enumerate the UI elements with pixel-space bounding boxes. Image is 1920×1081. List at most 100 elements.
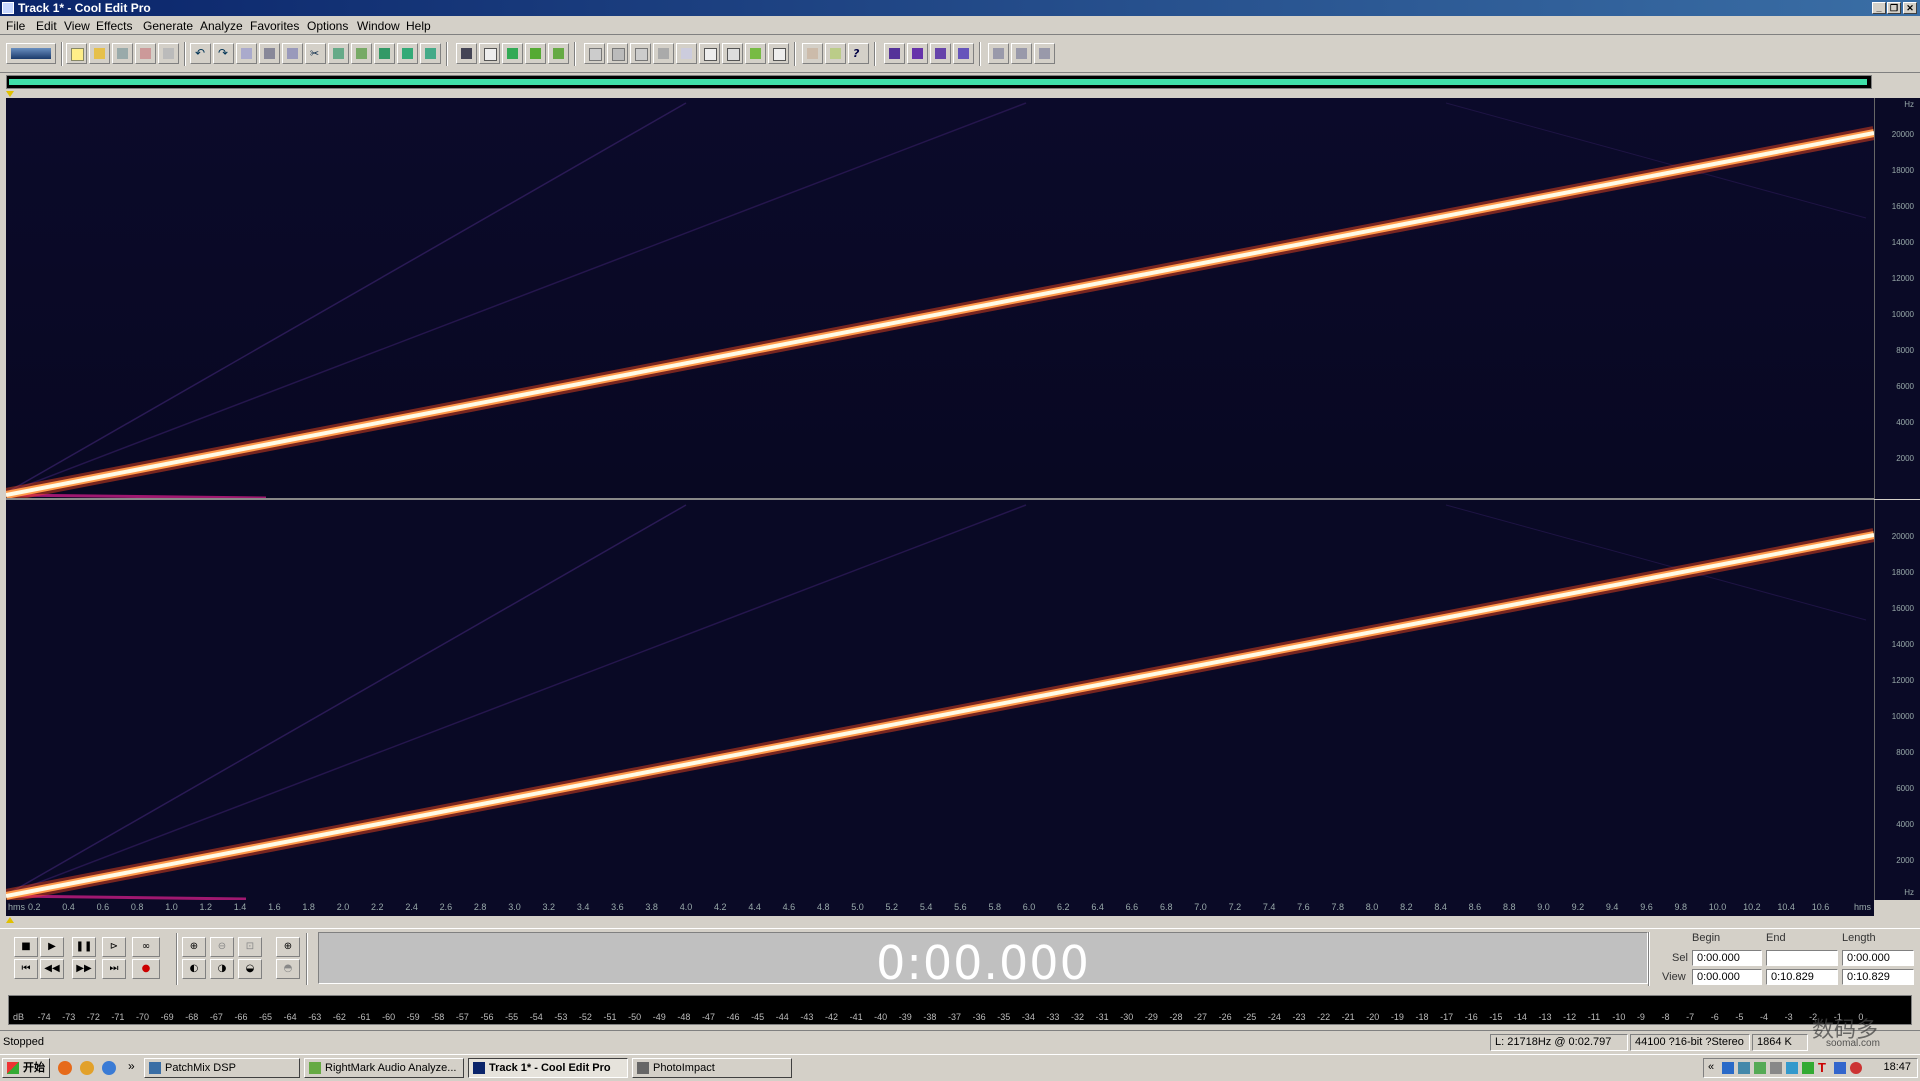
sel-begin-field[interactable]: 0:00.000 bbox=[1692, 950, 1762, 966]
menu-analyze[interactable]: Analyze bbox=[200, 19, 243, 33]
tray-expand-icon[interactable]: « bbox=[1708, 1061, 1714, 1073]
repeat-last-button[interactable] bbox=[236, 43, 257, 64]
loop-button[interactable] bbox=[653, 43, 674, 64]
tray-app-icon[interactable] bbox=[1802, 1062, 1814, 1074]
sel-end-field[interactable] bbox=[1766, 950, 1838, 966]
hiss-reduction-button[interactable] bbox=[1034, 43, 1055, 64]
task-cooledit[interactable]: Track 1* - Cool Edit Pro bbox=[468, 1058, 628, 1078]
zoom-out-icon[interactable]: ⊖ bbox=[210, 937, 234, 957]
tray-app-icon[interactable] bbox=[1770, 1062, 1782, 1074]
browser-icon[interactable] bbox=[80, 1061, 94, 1075]
spectral-phase-button[interactable] bbox=[548, 43, 569, 64]
close-file-button[interactable] bbox=[158, 43, 179, 64]
multitrack-toggle-button[interactable] bbox=[6, 43, 56, 64]
redo-button[interactable]: ↷ bbox=[213, 43, 234, 64]
view-begin-field[interactable]: 0:00.000 bbox=[1692, 969, 1762, 985]
task-rightmark[interactable]: RightMark Audio Analyze... bbox=[304, 1058, 464, 1078]
task-photoimpact[interactable]: PhotoImpact bbox=[632, 1058, 792, 1078]
view-length-field[interactable]: 0:10.829 bbox=[1842, 969, 1914, 985]
save-all-button[interactable] bbox=[135, 43, 156, 64]
fast-forward-button[interactable]: ▶▶ bbox=[72, 959, 96, 979]
end-marker-icon[interactable] bbox=[6, 917, 14, 923]
normalize-button[interactable] bbox=[907, 43, 928, 64]
task-patchmix[interactable]: PatchMix DSP bbox=[144, 1058, 300, 1078]
envelope-button[interactable] bbox=[479, 43, 500, 64]
menu-edit[interactable]: Edit bbox=[36, 19, 57, 33]
zoom-vertical-icon[interactable]: ◒ bbox=[238, 959, 262, 979]
time-ruler[interactable]: hms 0.2 0.4 0.6 0.8 1.0 1.2 1.4 1.6 1.8 2.0 2.2 2.4 2… bbox=[6, 900, 1874, 916]
loop-play-button[interactable]: ∞ bbox=[132, 937, 160, 957]
play-button[interactable]: ▶ bbox=[40, 937, 64, 957]
copy-button[interactable] bbox=[282, 43, 303, 64]
waveform-view-button[interactable] bbox=[456, 43, 477, 64]
trim-button[interactable] bbox=[374, 43, 395, 64]
title-bar[interactable]: Track 1* - Cool Edit Pro _ ❐ ✕ bbox=[0, 0, 1920, 16]
volume-icon[interactable] bbox=[1738, 1062, 1750, 1074]
overview-range[interactable] bbox=[9, 79, 1867, 85]
meter-button[interactable] bbox=[745, 43, 766, 64]
left-channel-spectrum[interactable] bbox=[6, 98, 1874, 499]
pause-button[interactable]: ❚❚ bbox=[72, 937, 96, 957]
menu-file[interactable]: File bbox=[6, 19, 25, 33]
grid-button[interactable] bbox=[722, 43, 743, 64]
tray-t-icon[interactable]: T bbox=[1818, 1060, 1826, 1075]
tray-app-icon[interactable] bbox=[1786, 1062, 1798, 1074]
sel-length-field[interactable]: 0:00.000 bbox=[1842, 950, 1914, 966]
stop-button[interactable]: ■ bbox=[14, 937, 38, 957]
save-button[interactable] bbox=[112, 43, 133, 64]
cue-list-button[interactable] bbox=[584, 43, 605, 64]
click-eliminator-button[interactable] bbox=[1011, 43, 1032, 64]
start-button[interactable]: 开始 bbox=[2, 1058, 50, 1078]
security-icon[interactable] bbox=[1834, 1062, 1846, 1074]
firefox-icon[interactable] bbox=[58, 1061, 72, 1075]
info-button[interactable] bbox=[630, 43, 651, 64]
spectral-view-button[interactable] bbox=[502, 43, 523, 64]
zoom-right-icon[interactable]: ◑ bbox=[210, 959, 234, 979]
menu-options[interactable]: Options bbox=[307, 19, 348, 33]
envelope-effect-button[interactable] bbox=[930, 43, 951, 64]
undo-button[interactable]: ↶ bbox=[190, 43, 211, 64]
new-file-button[interactable] bbox=[66, 43, 87, 64]
spectral-pan-button[interactable] bbox=[525, 43, 546, 64]
record-button[interactable]: ● bbox=[132, 959, 160, 979]
cut-button[interactable]: ✂ bbox=[305, 43, 326, 64]
select-all-button[interactable] bbox=[259, 43, 280, 64]
zoom-selection-icon[interactable]: ⊕ bbox=[276, 937, 300, 957]
overview-bar[interactable] bbox=[6, 75, 1872, 89]
settings-button[interactable] bbox=[802, 43, 823, 64]
menu-view[interactable]: View bbox=[64, 19, 90, 33]
ie-icon[interactable] bbox=[102, 1061, 116, 1075]
play-list-button[interactable] bbox=[607, 43, 628, 64]
rewind-button[interactable]: ◀◀ bbox=[40, 959, 64, 979]
minimize-icon[interactable]: _ bbox=[1872, 2, 1886, 14]
network-icon[interactable] bbox=[1722, 1062, 1734, 1074]
zoom-full-icon[interactable]: ⊡ bbox=[238, 937, 262, 957]
help-button[interactable]: ? bbox=[848, 43, 869, 64]
right-channel-spectrum[interactable] bbox=[6, 500, 1874, 900]
menu-effects[interactable]: Effects bbox=[96, 19, 132, 33]
app-icon[interactable] bbox=[2, 2, 14, 14]
go-to-end-button[interactable]: ⏭ bbox=[102, 959, 126, 979]
menu-help[interactable]: Help bbox=[406, 19, 431, 33]
paste-button[interactable] bbox=[328, 43, 349, 64]
zoom-vertical-out-icon[interactable]: ◓ bbox=[276, 959, 300, 979]
menu-favorites[interactable]: Favorites bbox=[250, 19, 299, 33]
zoom-left-icon[interactable]: ◐ bbox=[182, 959, 206, 979]
fade-button[interactable] bbox=[953, 43, 974, 64]
go-to-start-button[interactable]: ⏮ bbox=[14, 959, 38, 979]
start-marker-icon[interactable] bbox=[6, 91, 14, 97]
zoom-in-icon[interactable]: ⊕ bbox=[182, 937, 206, 957]
antivirus-icon[interactable] bbox=[1850, 1062, 1862, 1074]
menu-window[interactable]: Window bbox=[357, 19, 400, 33]
open-file-button[interactable] bbox=[89, 43, 110, 64]
amplify-button[interactable] bbox=[884, 43, 905, 64]
frequency-button[interactable] bbox=[768, 43, 789, 64]
find-beats-button[interactable] bbox=[420, 43, 441, 64]
noise-reduction-button[interactable] bbox=[988, 43, 1009, 64]
play-to-end-button[interactable]: ⊳ bbox=[102, 937, 126, 957]
restore-icon[interactable]: ❐ bbox=[1887, 2, 1901, 14]
menu-generate[interactable]: Generate bbox=[143, 19, 193, 33]
close-icon[interactable]: ✕ bbox=[1903, 2, 1917, 14]
level-meter[interactable]: dB -74 -73 -72 -71 -70 -69 -68 -67 -66 -65 -64 -63 -6… bbox=[8, 995, 1912, 1025]
view-end-field[interactable]: 0:10.829 bbox=[1766, 969, 1838, 985]
